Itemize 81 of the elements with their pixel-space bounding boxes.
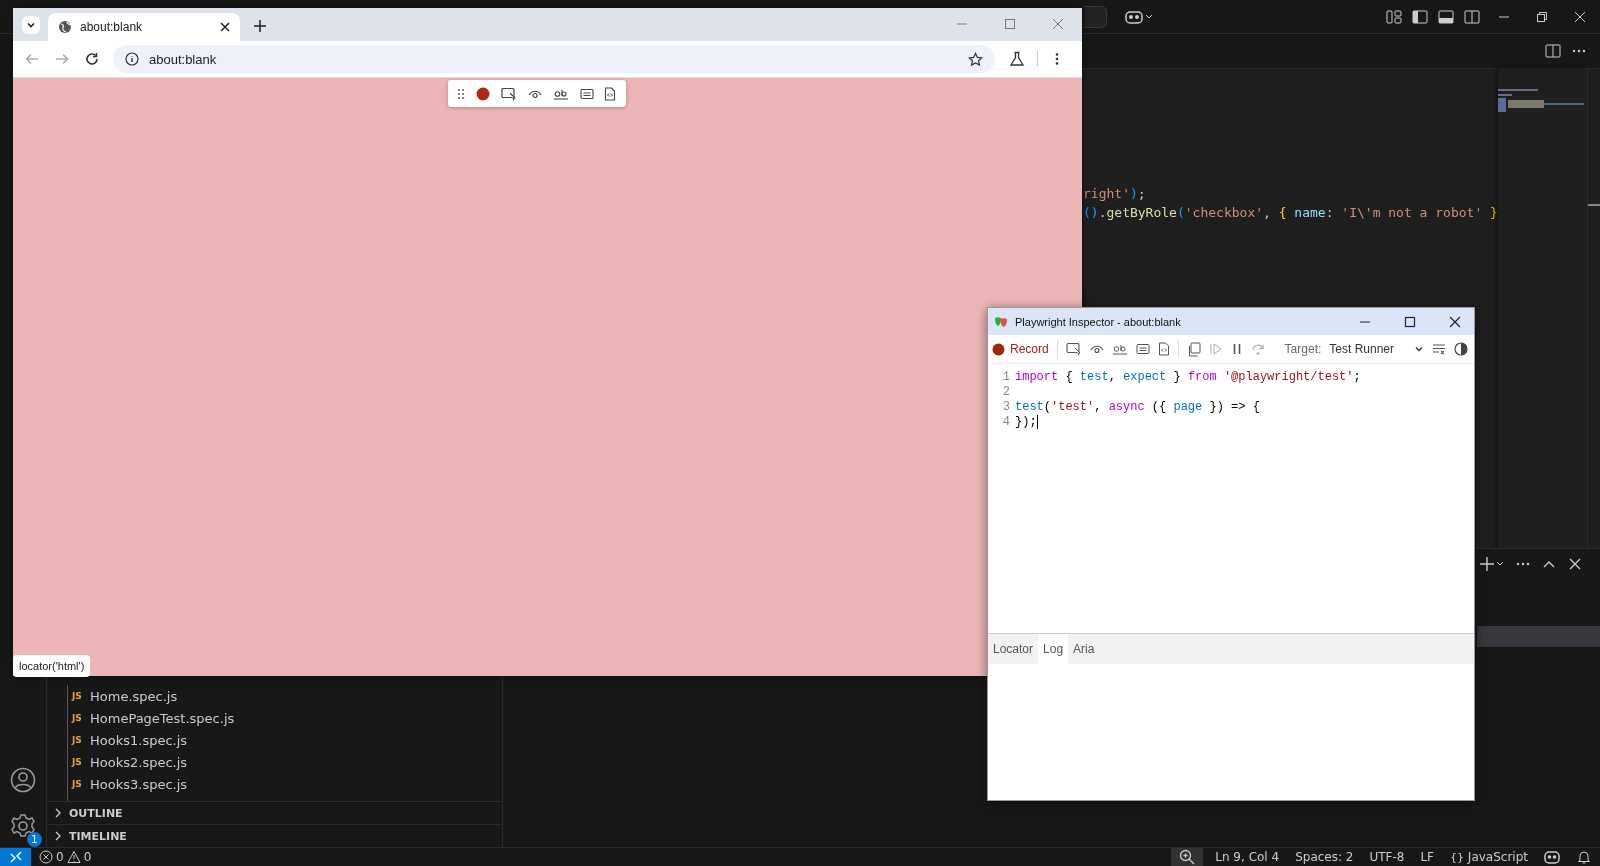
error-count[interactable]: 0 (56, 850, 64, 864)
code-line: }); (1015, 414, 1037, 429)
bookmark-star-icon[interactable] (968, 51, 983, 67)
status-item[interactable]: Spaces: 2 (1287, 850, 1362, 864)
zoom-button[interactable] (1171, 848, 1204, 866)
value-assert-icon[interactable] (579, 87, 594, 100)
robot-icon[interactable] (1125, 8, 1153, 25)
chevron-down-icon[interactable] (1414, 344, 1424, 354)
remote-button[interactable] (0, 848, 31, 866)
remote-icon[interactable] (8, 850, 23, 864)
split-layout-icon[interactable] (1464, 8, 1480, 25)
drag-handle-icon[interactable] (457, 87, 466, 100)
text-cursor (1036, 414, 1038, 429)
code-line: ().getByRole('checkbox', { name: 'I\'m not a robot' } (1083, 204, 1498, 222)
address-bar[interactable]: about:blank (113, 45, 995, 73)
bell-icon[interactable] (1576, 849, 1592, 865)
file-item[interactable]: JS Home.spec.js (68, 685, 502, 707)
split-editor-icon[interactable] (1545, 43, 1561, 59)
pick-locator-icon[interactable] (501, 86, 518, 101)
file-item[interactable]: JS HomePageTest.spec.js (68, 707, 502, 729)
wrap-lines-icon[interactable] (1432, 343, 1446, 355)
code-line: right'); (1083, 185, 1147, 203)
window-title: Playwright Inspector - about:blank (1015, 315, 1181, 328)
add-icon[interactable] (1479, 556, 1505, 572)
close-icon[interactable] (1449, 315, 1461, 328)
value-assert-icon[interactable] (1135, 343, 1150, 355)
text-assert-icon[interactable] (1111, 342, 1128, 356)
code-line: import { test, expect } from '@playwright/test'; (1015, 369, 1361, 384)
account-icon[interactable] (10, 767, 36, 793)
browser-tab[interactable]: about:blank (48, 13, 240, 41)
tab-search-button[interactable] (22, 16, 40, 34)
code-line: test('test', async ({ page }) => { (1015, 399, 1260, 414)
copy-icon[interactable] (1186, 341, 1201, 357)
status-item[interactable]: Ln 9, Col 4 (1207, 850, 1288, 864)
panel-toggle-icon[interactable] (1438, 8, 1454, 25)
status-item[interactable]: UTF-8 (1361, 850, 1413, 864)
info-icon[interactable] (125, 52, 139, 66)
flask-icon[interactable] (1009, 51, 1025, 67)
chevron-down-icon[interactable] (26, 20, 36, 30)
panel-tab[interactable]: Log (1038, 634, 1069, 664)
line-number: 4 (1001, 414, 1011, 429)
record-button[interactable]: Record (992, 342, 1049, 356)
chevron-right-icon[interactable] (53, 808, 63, 818)
status-item[interactable]: LF (1412, 850, 1443, 864)
chevron-right-icon[interactable] (53, 831, 63, 841)
target-select[interactable]: Test Runner (1329, 342, 1424, 356)
command-center-field[interactable] (1084, 5, 1107, 28)
record-icon[interactable] (992, 342, 1005, 356)
target-label: Target: (1284, 342, 1322, 356)
line-number: 1 (1001, 369, 1011, 384)
file-item[interactable]: JS Hooks1.spec.js (68, 729, 502, 751)
file-item[interactable]: JS Hooks3.spec.js (68, 773, 502, 795)
file-item[interactable]: JS Hooks2.spec.js (68, 751, 502, 773)
line-number: 3 (1001, 399, 1011, 414)
robot-icon[interactable] (1544, 849, 1560, 865)
close-icon[interactable] (220, 22, 230, 32)
close-icon[interactable] (1567, 556, 1583, 572)
masks-icon (994, 315, 1008, 328)
locator-tooltip: locator('html') (13, 655, 91, 677)
panel-tab[interactable]: Locator (988, 634, 1039, 664)
theme-toggle-icon[interactable] (1454, 342, 1468, 356)
warning-count[interactable]: 0 (83, 850, 92, 864)
new-tab-icon[interactable] (254, 20, 266, 32)
notification-badge: 1 (27, 832, 42, 847)
line-number: 2 (1001, 384, 1011, 399)
pick-locator-icon[interactable] (1065, 342, 1082, 356)
panel-tab[interactable]: Aria (1068, 634, 1100, 664)
eye-icon[interactable] (1089, 343, 1104, 355)
section-header[interactable]: OUTLINE (47, 801, 502, 824)
globe-icon (58, 20, 72, 34)
restore-icon[interactable] (1536, 10, 1548, 23)
sidebar-toggle-icon[interactable] (1412, 8, 1428, 25)
error-icon[interactable] (39, 850, 53, 864)
layout-icon[interactable] (1386, 8, 1402, 25)
reload-icon[interactable] (85, 52, 99, 66)
snapshot-assert-icon[interactable] (604, 86, 617, 101)
warning-icon[interactable] (66, 850, 81, 864)
maximize-icon[interactable] (1404, 315, 1416, 328)
language-mode[interactable]: {} JavaScript (1442, 850, 1536, 864)
snapshot-assert-icon[interactable] (1157, 342, 1170, 356)
record-icon[interactable] (476, 86, 491, 101)
